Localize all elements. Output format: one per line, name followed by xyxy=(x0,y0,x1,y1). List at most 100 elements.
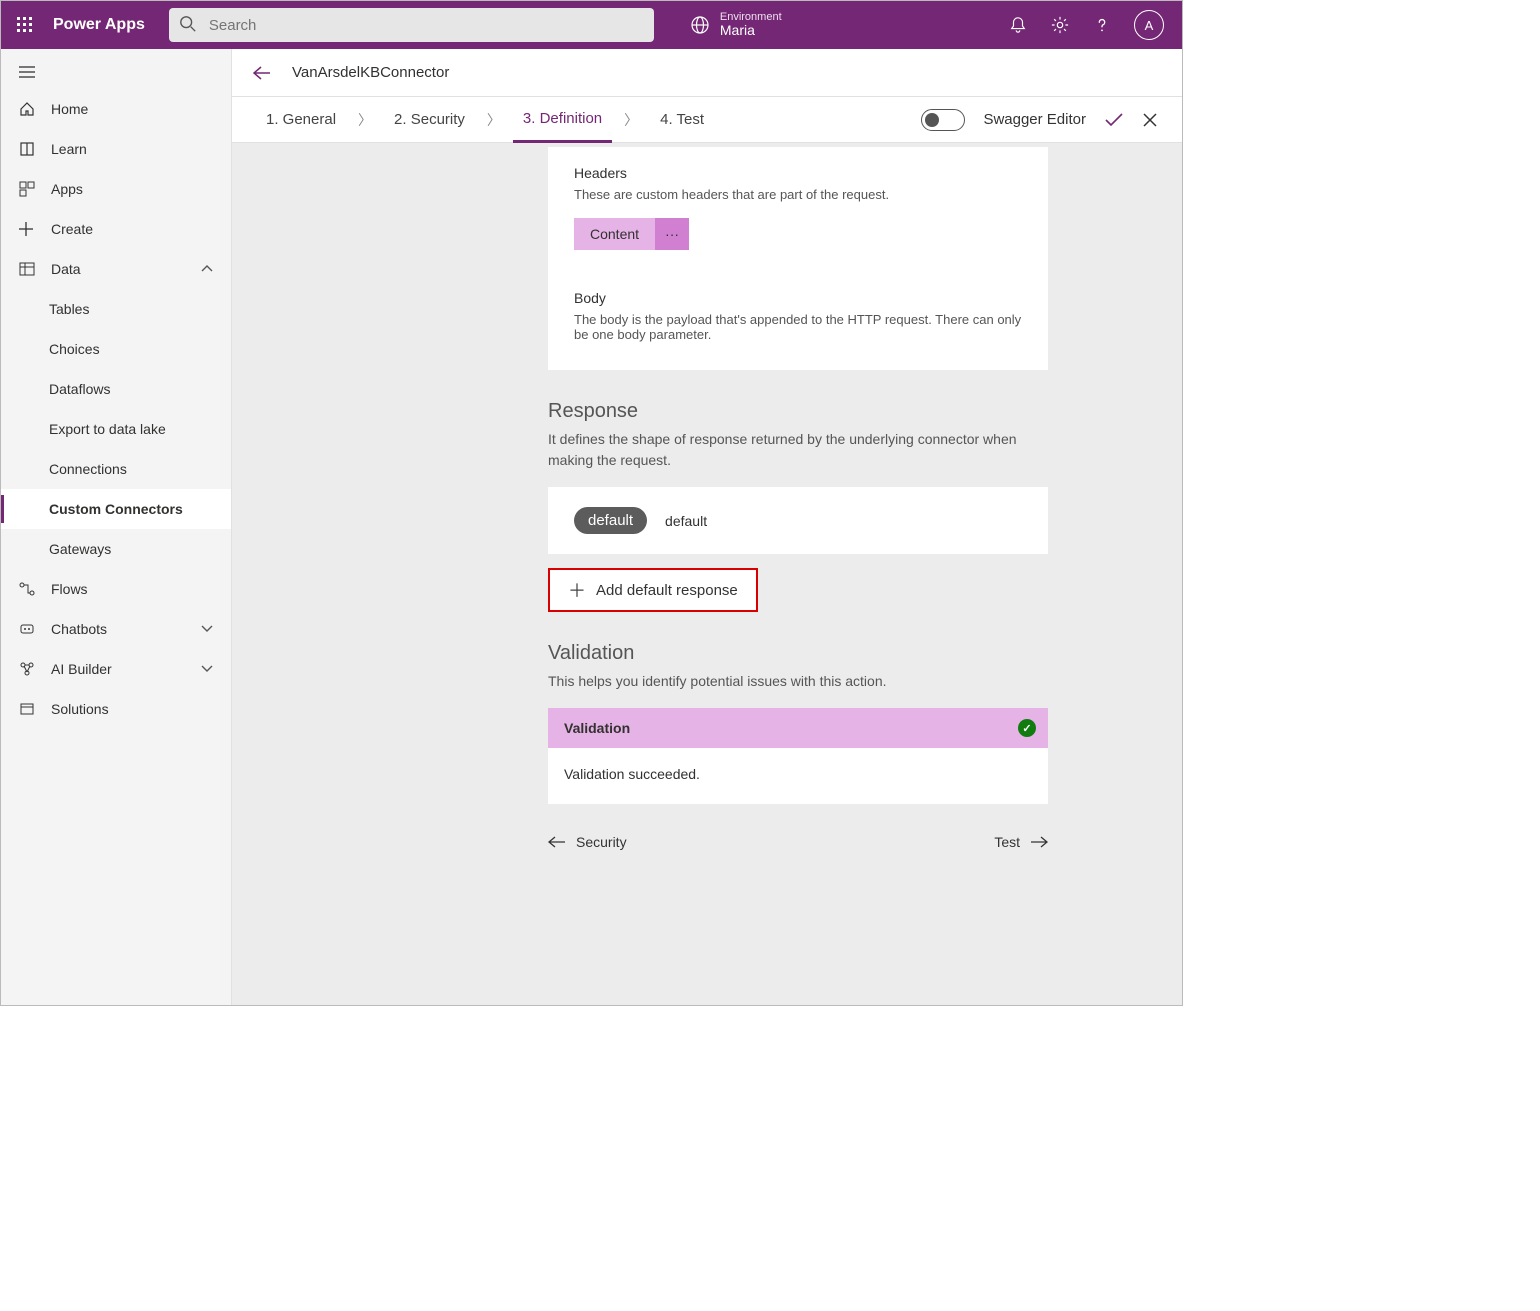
body: Home Learn Apps Create Data Tables Choic… xyxy=(1,49,1182,1005)
book-icon xyxy=(19,141,37,157)
chevron-right-icon: 〉 xyxy=(622,110,640,130)
nav-ai-builder[interactable]: AI Builder xyxy=(1,649,231,689)
tab-actions: Swagger Editor xyxy=(921,109,1182,131)
nav-home[interactable]: Home xyxy=(1,89,231,129)
back-button[interactable] xyxy=(232,66,292,80)
response-row[interactable]: default default xyxy=(574,507,1022,534)
nav-sub-label: Export to data lake xyxy=(49,421,166,437)
body-title: Body xyxy=(574,290,1022,306)
chevron-down-icon xyxy=(201,665,213,673)
nav-apps[interactable]: Apps xyxy=(1,169,231,209)
nav-data-connections[interactable]: Connections xyxy=(1,449,231,489)
next-step-label: Test xyxy=(994,834,1020,850)
validation-header: Validation ✓ xyxy=(548,708,1048,748)
nav-sub-label: Connections xyxy=(49,461,127,477)
response-card: default default xyxy=(548,487,1048,554)
apps-icon xyxy=(19,181,37,197)
search-input[interactable] xyxy=(169,8,654,42)
validation-title: Validation xyxy=(548,642,1048,665)
search-wrapper xyxy=(169,8,654,42)
side-nav: Home Learn Apps Create Data Tables Choic… xyxy=(1,49,232,1005)
add-default-response-button[interactable]: ＋ Add default response xyxy=(548,568,758,612)
header-chip-label[interactable]: Content xyxy=(574,218,655,250)
swagger-toggle[interactable] xyxy=(921,109,965,131)
help-icon[interactable] xyxy=(1092,15,1112,35)
nav-flows[interactable]: Flows xyxy=(1,569,231,609)
chevron-right-icon: 〉 xyxy=(356,110,374,130)
search-icon xyxy=(179,15,197,33)
hamburger-icon xyxy=(19,66,37,78)
globe-icon xyxy=(690,15,710,35)
prev-step-label: Security xyxy=(576,834,627,850)
tab-general[interactable]: 1. General xyxy=(256,97,346,143)
app-launcher-icon[interactable] xyxy=(1,1,49,49)
close-button[interactable] xyxy=(1142,112,1158,128)
definition-content: Headers These are custom headers that ar… xyxy=(548,143,1048,804)
next-step-link[interactable]: Test xyxy=(994,834,1048,850)
tab-test[interactable]: 4. Test xyxy=(650,97,714,143)
arrow-left-icon xyxy=(548,836,566,848)
nav-solutions[interactable]: Solutions xyxy=(1,689,231,729)
nav-sub-label: Gateways xyxy=(49,541,111,557)
chatbots-icon xyxy=(19,621,37,637)
environment-text: Environment Maria xyxy=(720,11,782,38)
account-avatar[interactable]: A xyxy=(1134,10,1164,40)
top-actions: A xyxy=(1008,10,1182,40)
header-chip-more-button[interactable]: ··· xyxy=(655,218,689,250)
nav-data-gateways[interactable]: Gateways xyxy=(1,529,231,569)
nav-label: Data xyxy=(51,261,81,277)
nav-sub-label: Dataflows xyxy=(49,381,110,397)
nav-label: Home xyxy=(51,101,88,117)
tab-definition[interactable]: 3. Definition xyxy=(513,97,612,143)
nav-chatbots[interactable]: Chatbots xyxy=(1,609,231,649)
confirm-button[interactable] xyxy=(1104,112,1124,128)
nav-create[interactable]: Create xyxy=(1,209,231,249)
nav-label: Create xyxy=(51,221,93,237)
chevron-up-icon xyxy=(201,265,213,273)
main-area: VanArsdelKBConnector 1. General 〉 2. Sec… xyxy=(232,49,1182,1005)
response-title: Response xyxy=(548,400,1048,423)
nav-data-choices[interactable]: Choices xyxy=(1,329,231,369)
content-scroll[interactable]: Headers These are custom headers that ar… xyxy=(232,143,1182,1005)
nav-label: Flows xyxy=(51,581,88,597)
validation-body: Validation succeeded. xyxy=(548,748,1048,804)
environment-picker[interactable]: Environment Maria xyxy=(690,11,782,38)
nav-label: Learn xyxy=(51,141,87,157)
nav-label: Apps xyxy=(51,181,83,197)
chevron-right-icon: 〉 xyxy=(485,110,503,130)
flows-icon xyxy=(19,581,37,597)
response-desc: It defines the shape of response returne… xyxy=(548,429,1048,471)
nav-data-tables[interactable]: Tables xyxy=(1,289,231,329)
nav-data-custom-connectors[interactable]: Custom Connectors xyxy=(1,489,231,529)
nav-data-export[interactable]: Export to data lake xyxy=(1,409,231,449)
nav-collapse-button[interactable] xyxy=(1,55,231,89)
tab-security[interactable]: 2. Security xyxy=(384,97,475,143)
page-header: VanArsdelKBConnector xyxy=(232,49,1182,97)
header-chip: Content ··· xyxy=(574,218,689,250)
body-desc: The body is the payload that's appended … xyxy=(574,312,1022,342)
top-bar: Power Apps Environment Maria xyxy=(1,1,1182,49)
nav-sub-label: Custom Connectors xyxy=(49,501,183,517)
ai-icon xyxy=(19,661,37,677)
nav-data[interactable]: Data xyxy=(1,249,231,289)
brand-title[interactable]: Power Apps xyxy=(49,16,157,34)
plus-icon: ＋ xyxy=(568,577,586,603)
home-icon xyxy=(19,101,37,117)
solutions-icon xyxy=(19,701,37,717)
settings-icon[interactable] xyxy=(1050,15,1070,35)
data-icon xyxy=(19,261,37,277)
request-card: Headers These are custom headers that ar… xyxy=(548,147,1048,370)
nav-data-dataflows[interactable]: Dataflows xyxy=(1,369,231,409)
validation-message: Validation succeeded. xyxy=(564,766,700,782)
wizard-tabs: 1. General 〉 2. Security 〉 3. Definition… xyxy=(232,97,1182,143)
app-window: Power Apps Environment Maria xyxy=(0,0,1183,1006)
validation-header-label: Validation xyxy=(564,720,630,736)
nav-label: AI Builder xyxy=(51,661,112,677)
swagger-label: Swagger Editor xyxy=(983,111,1086,128)
nav-learn[interactable]: Learn xyxy=(1,129,231,169)
notifications-icon[interactable] xyxy=(1008,15,1028,35)
nav-label: Chatbots xyxy=(51,621,107,637)
prev-step-link[interactable]: Security xyxy=(548,834,627,850)
nav-sub-label: Tables xyxy=(49,301,89,317)
plus-icon xyxy=(19,222,37,236)
